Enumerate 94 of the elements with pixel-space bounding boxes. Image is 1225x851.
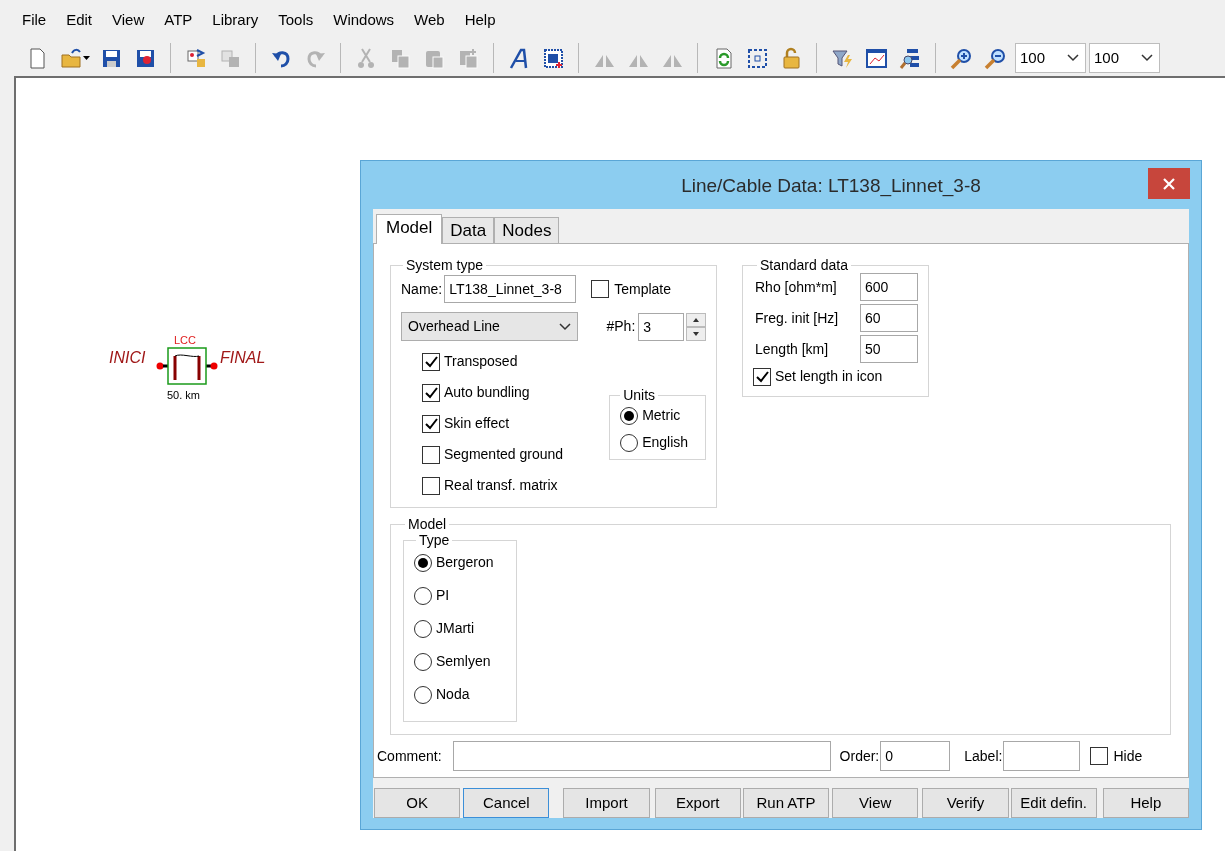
radio-label: PI bbox=[436, 586, 450, 605]
spinner-control[interactable] bbox=[686, 312, 706, 341]
radio-label: Semlyen bbox=[436, 652, 491, 671]
field-label: Length [km] bbox=[755, 339, 829, 359]
label-field[interactable] bbox=[1003, 741, 1081, 771]
dialog-button[interactable]: Export bbox=[654, 788, 741, 818]
dropdown-caret-icon bbox=[559, 322, 572, 331]
group-label: System type bbox=[405, 257, 485, 273]
checkbox-label: Hide bbox=[1113, 746, 1143, 766]
radio-button[interactable] bbox=[414, 685, 432, 704]
checkbox[interactable] bbox=[753, 367, 771, 386]
comment-field[interactable] bbox=[452, 741, 831, 771]
field-label: #Ph: bbox=[606, 317, 636, 336]
group-label: Standard data bbox=[759, 257, 849, 273]
dialog-button[interactable]: Edit defin. bbox=[1010, 788, 1097, 818]
dropdown-caret-icon[interactable] bbox=[83, 55, 91, 61]
radio-button[interactable] bbox=[620, 433, 639, 452]
value-field[interactable]: 600 bbox=[860, 273, 918, 301]
checkbox-label: Skin effect bbox=[444, 414, 510, 433]
radio-label: Noda bbox=[436, 685, 470, 704]
field-label: Rho [ohm*m] bbox=[755, 277, 837, 297]
tree-icon[interactable] bbox=[898, 46, 922, 70]
dialog-title: Line/Cable Data: LT138_Linnet_3-8 bbox=[681, 175, 981, 199]
dialog-button[interactable]: View bbox=[832, 788, 919, 818]
checkbox[interactable] bbox=[422, 445, 440, 464]
checkbox[interactable] bbox=[591, 280, 610, 298]
group-label: Type bbox=[418, 532, 451, 548]
field-label: Order: bbox=[839, 746, 880, 766]
checkbox[interactable] bbox=[422, 383, 440, 402]
menu-item[interactable]: Web bbox=[406, 9, 457, 40]
component-type-label: LCC bbox=[174, 333, 196, 348]
field-label: Comment: bbox=[377, 746, 442, 766]
dialog-button[interactable]: Cancel bbox=[463, 788, 550, 818]
checkbox[interactable] bbox=[422, 476, 440, 495]
field-label: Name: bbox=[401, 279, 443, 299]
dialog-button[interactable]: Import bbox=[563, 788, 650, 818]
node-label: FINAL bbox=[220, 348, 266, 368]
line-type-dropdown[interactable]: Overhead Line bbox=[401, 312, 579, 341]
select-icon[interactable] bbox=[745, 46, 769, 70]
menu-item[interactable]: ATP bbox=[156, 9, 205, 40]
radio-label: Metric bbox=[642, 406, 681, 425]
length-label: 50. km bbox=[167, 388, 200, 403]
checkbox-label: Real transf. matrix bbox=[444, 476, 558, 495]
field-label: Label: bbox=[964, 746, 1003, 766]
zoom-out-icon[interactable] bbox=[983, 46, 1007, 70]
menu-item[interactable]: File bbox=[14, 9, 59, 40]
checkbox[interactable] bbox=[422, 414, 440, 433]
group-label: Units bbox=[622, 387, 657, 403]
radio-button[interactable] bbox=[414, 553, 432, 572]
label-icon[interactable] bbox=[541, 46, 565, 70]
menu-item[interactable]: Tools bbox=[270, 9, 326, 40]
radio-label: JMarti bbox=[436, 619, 475, 638]
dialog-button[interactable]: Run ATP bbox=[742, 788, 830, 818]
document-import-icon[interactable] bbox=[184, 46, 208, 70]
value-field[interactable]: 60 bbox=[860, 304, 918, 332]
checkbox-label: Segmented ground bbox=[444, 445, 564, 464]
chart-window-icon[interactable] bbox=[864, 46, 888, 70]
dialog-button[interactable]: OK bbox=[374, 788, 461, 818]
checkbox-label: Set length in icon bbox=[775, 367, 883, 386]
folder-icon[interactable] bbox=[59, 46, 83, 70]
name-field[interactable]: LT138_Linnet_3-8 bbox=[444, 275, 577, 303]
node-label: INICI bbox=[109, 348, 146, 368]
menu-item[interactable]: Help bbox=[456, 9, 508, 40]
zoom-in-icon[interactable] bbox=[949, 46, 973, 70]
tab[interactable]: Model bbox=[376, 214, 443, 244]
checkbox[interactable] bbox=[1090, 747, 1109, 765]
checkbox-label: Transposed bbox=[444, 352, 518, 371]
order-field[interactable]: 0 bbox=[880, 741, 951, 771]
checkbox-label: Auto bundling bbox=[444, 383, 530, 402]
radio-label: Bergeron bbox=[436, 553, 494, 572]
menu-item[interactable]: Library bbox=[204, 9, 271, 40]
menu-item[interactable]: Windows bbox=[325, 9, 407, 40]
tab[interactable]: Data bbox=[442, 217, 495, 243]
menu-item[interactable]: Edit bbox=[58, 9, 105, 40]
dialog-button[interactable]: Verify bbox=[922, 788, 1009, 818]
field-label: Freg. init [Hz] bbox=[755, 308, 839, 328]
value-field[interactable]: 50 bbox=[860, 335, 918, 363]
line-component-symbol[interactable] bbox=[156, 347, 218, 385]
menu-item[interactable]: View bbox=[104, 9, 157, 40]
zoom-dropdown[interactable]: 100 bbox=[1015, 43, 1086, 73]
dialog-button[interactable]: Help bbox=[1102, 788, 1189, 818]
zoom-dropdown[interactable]: 100 bbox=[1089, 43, 1160, 73]
close-icon bbox=[1162, 176, 1176, 191]
checkbox[interactable] bbox=[422, 352, 440, 371]
radio-label: English bbox=[642, 433, 689, 452]
radio-button[interactable] bbox=[620, 406, 639, 425]
tab[interactable]: Nodes bbox=[494, 217, 560, 243]
checkbox-label: Template bbox=[614, 279, 672, 299]
close-button[interactable] bbox=[1148, 168, 1190, 199]
phases-field[interactable]: 3 bbox=[638, 312, 685, 341]
radio-button[interactable] bbox=[414, 586, 432, 605]
group-label: Model bbox=[407, 516, 448, 532]
radio-button[interactable] bbox=[414, 619, 432, 638]
radio-button[interactable] bbox=[414, 652, 432, 671]
